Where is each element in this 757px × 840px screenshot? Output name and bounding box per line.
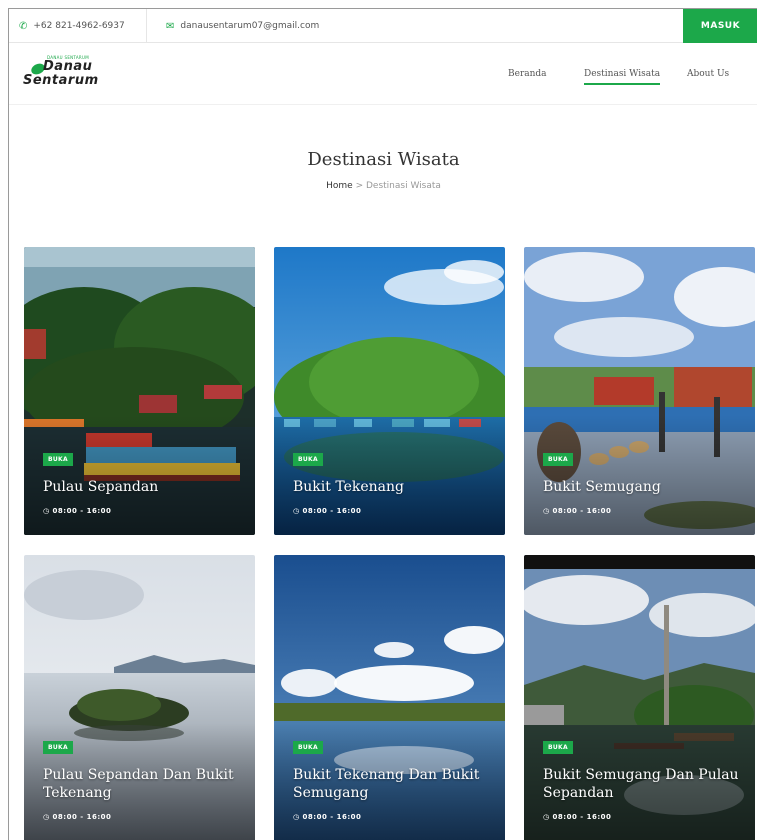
card-title[interactable]: Pulau Sepandan — [43, 478, 243, 496]
clock-icon: ◷ — [543, 813, 553, 821]
card-title[interactable]: Bukit Tekenang Dan Bukit Semugang — [293, 766, 493, 802]
opening-hours: ◷ 08:00 - 16:00 — [543, 813, 611, 821]
breadcrumb: Home > Destinasi Wisata — [9, 181, 757, 191]
status-badge: BUKA — [543, 741, 573, 754]
status-badge: BUKA — [293, 741, 323, 754]
breadcrumb-separator: > — [355, 181, 364, 191]
email-address: danausentarum07@gmail.com — [180, 21, 320, 31]
card-overlay — [24, 415, 255, 535]
hours-text: 08:00 - 16:00 — [52, 813, 112, 821]
opening-hours: ◷ 08:00 - 16:00 — [293, 507, 361, 515]
clock-icon: ◷ — [293, 813, 303, 821]
hours-text: 08:00 - 16:00 — [552, 813, 612, 821]
card-overlay — [524, 415, 755, 535]
logo-line-1: Danau — [43, 59, 93, 74]
opening-hours: ◷ 08:00 - 16:00 — [543, 507, 611, 515]
nav-destinasi-wisata[interactable]: Destinasi Wisata — [584, 43, 661, 105]
card-overlay — [274, 415, 505, 535]
page-header: Destinasi Wisata Home > Destinasi Wisata — [9, 105, 757, 245]
top-bar: ✆ +62 821-4962-6937 ✉ danausentarum07@gm… — [9, 9, 757, 43]
status-badge: BUKA — [43, 453, 73, 466]
clock-icon: ◷ — [43, 507, 53, 515]
clock-icon: ◷ — [543, 507, 553, 515]
card-title[interactable]: Bukit Semugang Dan Pulau Sepandan — [543, 766, 743, 802]
destination-card[interactable]: BUKA Bukit Semugang ◷ 08:00 - 16:00 — [524, 247, 755, 535]
mail-icon: ✉ — [166, 20, 175, 32]
status-badge: BUKA — [543, 453, 573, 466]
opening-hours: ◷ 08:00 - 16:00 — [43, 507, 111, 515]
destination-card[interactable]: BUKA Pulau Sepandan Dan Bukit Tekenang ◷… — [24, 555, 255, 840]
divider — [146, 9, 147, 43]
nav-about-us[interactable]: About Us — [687, 43, 729, 105]
destination-card[interactable]: BUKA Bukit Tekenang Dan Bukit Semugang ◷… — [274, 555, 505, 840]
hours-text: 08:00 - 16:00 — [52, 507, 112, 515]
phone-icon: ✆ — [19, 20, 28, 32]
hours-text: 08:00 - 16:00 — [302, 507, 362, 515]
breadcrumb-current: Destinasi Wisata — [365, 181, 441, 191]
breadcrumb-home[interactable]: Home — [326, 181, 353, 191]
page-frame: ✆ +62 821-4962-6937 ✉ danausentarum07@gm… — [8, 8, 757, 840]
clock-icon: ◷ — [43, 813, 53, 821]
page-title: Destinasi Wisata — [307, 149, 460, 170]
status-badge: BUKA — [293, 453, 323, 466]
site-header: DANAU SENTARUM Danau Sentarum Beranda De… — [9, 43, 757, 105]
hours-text: 08:00 - 16:00 — [302, 813, 362, 821]
logo-line-2: Sentarum — [23, 73, 99, 88]
card-title[interactable]: Bukit Semugang — [543, 478, 743, 496]
destination-card[interactable]: BUKA Bukit Semugang Dan Pulau Sepandan ◷… — [524, 555, 755, 840]
status-badge: BUKA — [43, 741, 73, 754]
phone-contact[interactable]: ✆ +62 821-4962-6937 — [19, 9, 125, 43]
email-contact[interactable]: ✉ danausentarum07@gmail.com — [166, 9, 319, 43]
card-title[interactable]: Bukit Tekenang — [293, 478, 493, 496]
hours-text: 08:00 - 16:00 — [552, 507, 612, 515]
phone-number: +62 821-4962-6937 — [33, 21, 125, 31]
clock-icon: ◷ — [293, 507, 303, 515]
nav-beranda[interactable]: Beranda — [508, 43, 547, 105]
destination-card[interactable]: BUKA Bukit Tekenang ◷ 08:00 - 16:00 — [274, 247, 505, 535]
opening-hours: ◷ 08:00 - 16:00 — [43, 813, 111, 821]
destination-card[interactable]: BUKA Pulau Sepandan ◷ 08:00 - 16:00 — [24, 247, 255, 535]
site-logo[interactable]: DANAU SENTARUM Danau Sentarum — [21, 55, 111, 91]
login-button[interactable]: MASUK — [683, 9, 757, 43]
card-title[interactable]: Pulau Sepandan Dan Bukit Tekenang — [43, 766, 243, 802]
opening-hours: ◷ 08:00 - 16:00 — [293, 813, 361, 821]
